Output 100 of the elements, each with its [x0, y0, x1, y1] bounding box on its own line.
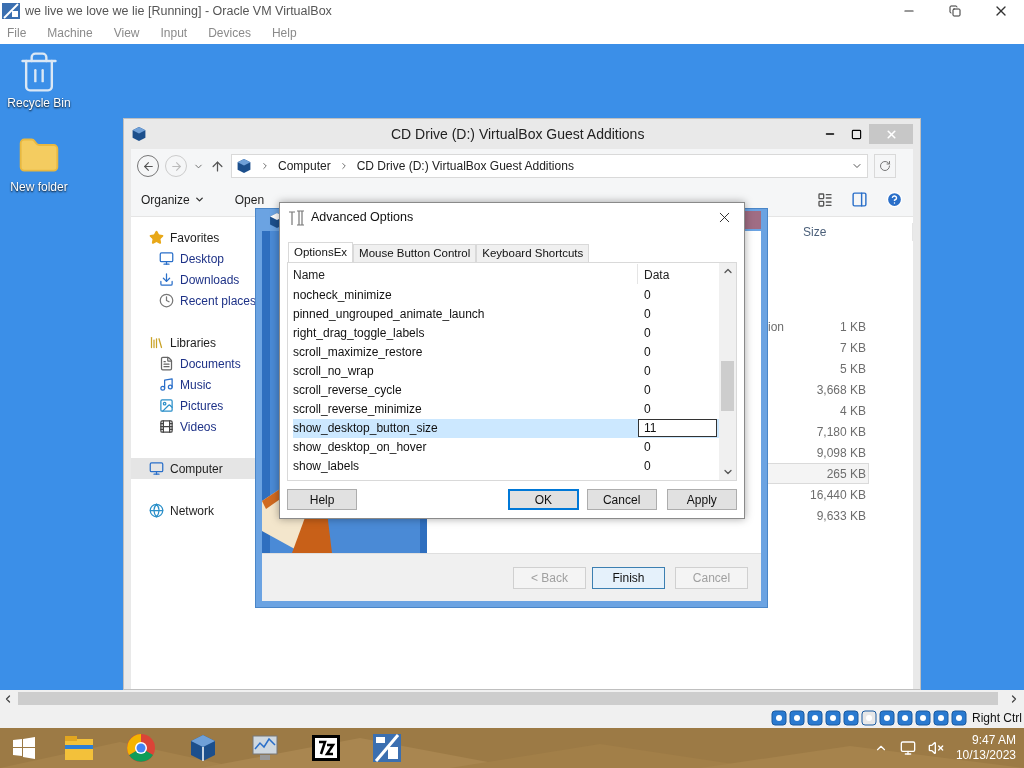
clock[interactable]: 9:47 AM 10/13/2023: [955, 733, 1016, 763]
tab[interactable]: Mouse Button Control: [353, 243, 477, 262]
nav-item[interactable]: Desktop: [131, 248, 257, 269]
cube-icon[interactable]: [188, 733, 218, 763]
nav-item[interactable]: Favorites: [131, 227, 257, 248]
archive-icon[interactable]: [312, 735, 340, 761]
wizard-button[interactable]: Finish: [592, 566, 665, 589]
help-icon[interactable]: [886, 191, 903, 208]
scrollbar[interactable]: [719, 262, 736, 481]
option-row[interactable]: show_desktop_on_hover 0: [293, 437, 719, 457]
device-status-icon[interactable]: [879, 709, 895, 726]
option-name: nocheck_minimize: [293, 287, 393, 305]
device-status-icon[interactable]: [951, 709, 967, 726]
globe-icon: [149, 503, 164, 518]
picture-icon: [159, 398, 174, 413]
option-row[interactable]: scroll_maximize_restore 0: [293, 342, 719, 362]
tab[interactable]: OptionsEx: [288, 241, 354, 262]
device-status-icon[interactable]: [915, 709, 931, 726]
tools-icon: [287, 208, 305, 227]
nav-item[interactable]: Network: [131, 500, 257, 521]
toolbar-button[interactable]: Open: [234, 190, 265, 209]
nav-item[interactable]: Recent places: [131, 290, 257, 311]
option-name: show_desktop_on_hover: [293, 439, 428, 457]
view-options-icon[interactable]: [817, 191, 833, 208]
dialog-button[interactable]: Help: [287, 489, 358, 511]
dialog-button[interactable]: Apply: [666, 489, 737, 511]
nav-item[interactable]: Documents: [131, 353, 257, 374]
column-header[interactable]: Data: [638, 263, 670, 284]
option-row[interactable]: pinned_ungrouped_animate_launch 0: [293, 304, 719, 324]
window-title: we live we love we lie [Running] - Oracle VM VirtualBox: [25, 2, 332, 20]
horizontal-scrollbar[interactable]: [0, 690, 1024, 707]
performance-monitor-icon[interactable]: [250, 733, 280, 763]
dialog-button[interactable]: OK: [508, 489, 579, 511]
option-row[interactable]: scroll_reverse_minimize 0: [293, 399, 719, 419]
menu-item[interactable]: Help: [271, 24, 297, 42]
address-bar[interactable]: Computer CD Drive (D:) VirtualBox Guest Additions: [231, 154, 868, 178]
option-row[interactable]: nocheck_minimize 0: [293, 285, 719, 305]
option-name: scroll_reverse_minimize: [293, 401, 423, 419]
option-row[interactable]: right_drag_toggle_labels 0: [293, 323, 719, 343]
device-status-icon[interactable]: [933, 709, 949, 726]
cube-icon: [131, 126, 147, 142]
nav-item[interactable]: Downloads: [131, 269, 257, 290]
preview-pane-icon[interactable]: [851, 191, 868, 208]
value-cell-text: 0: [643, 325, 651, 343]
device-status-icon[interactable]: [897, 709, 913, 726]
value-cell-text: 0: [643, 287, 651, 305]
star-icon: [149, 230, 164, 245]
value-input-field[interactable]: 11: [638, 419, 717, 438]
browser-icon[interactable]: [126, 733, 156, 763]
separator-icon: [260, 161, 270, 171]
value-cell-text: 0: [643, 439, 651, 457]
value-cell-text: 0: [643, 382, 651, 400]
library-icon: [149, 335, 164, 350]
device-status-icon[interactable]: [825, 709, 841, 726]
refresh-icon: [879, 160, 891, 172]
computer-icon: [149, 461, 164, 476]
value-cell-text: 0: [643, 458, 651, 476]
window-title: CD Drive (D:) VirtualBox Guest Additions: [391, 124, 645, 144]
cube-icon: [236, 158, 252, 174]
nav-item[interactable]: Libraries: [131, 332, 257, 353]
option-row[interactable]: show_desktop_button_size 11: [293, 418, 719, 438]
option-name: show_desktop_button_size: [293, 420, 439, 438]
nav-item[interactable]: Pictures: [131, 395, 257, 416]
nav-item[interactable]: Videos: [131, 416, 257, 437]
toolbar-button[interactable]: Organize: [141, 190, 205, 209]
device-status-icon[interactable]: [807, 709, 823, 726]
back-arrow-icon: [141, 159, 155, 173]
column-header[interactable]: Size: [803, 223, 913, 241]
option-name: scroll_reverse_cycle: [293, 382, 403, 400]
size-cell-text: 9,633 KB: [816, 507, 866, 525]
device-status-icon[interactable]: [789, 709, 805, 726]
option-row[interactable]: show_labels 0: [293, 456, 719, 476]
device-status-icon[interactable]: [771, 709, 787, 726]
menu-item[interactable]: Input: [160, 24, 188, 42]
menu-item[interactable]: Machine: [47, 24, 93, 42]
value-cell-text: 0: [643, 344, 651, 362]
breadcrumb-item[interactable]: CD Drive (D:) VirtualBox Guest Additions: [356, 157, 574, 175]
nav-item[interactable]: Music: [131, 374, 257, 395]
menu-item[interactable]: Devices: [208, 24, 251, 42]
refresh-button[interactable]: [874, 154, 896, 178]
nav-item[interactable]: Computer: [131, 458, 257, 479]
menu-item[interactable]: File: [7, 24, 27, 42]
scroll-thumb[interactable]: [18, 692, 998, 705]
option-row[interactable]: scroll_no_wrap 0: [293, 361, 719, 381]
document-icon: [159, 356, 174, 371]
breadcrumb-item[interactable]: Computer: [278, 157, 331, 175]
menu-item[interactable]: View: [113, 24, 140, 42]
column-header[interactable]: Name: [293, 263, 638, 284]
option-row[interactable]: scroll_reverse_cycle 0: [293, 380, 719, 400]
volume-muted-icon[interactable]: [927, 740, 944, 756]
scroll-thumb[interactable]: [721, 360, 734, 411]
dialog-button[interactable]: Cancel: [586, 489, 657, 511]
start-icon[interactable]: [13, 737, 35, 759]
network-icon[interactable]: [899, 740, 916, 756]
up-icon[interactable]: [210, 158, 225, 174]
device-status-icon[interactable]: [861, 709, 877, 726]
option-name: right_drag_toggle_labels: [293, 325, 426, 343]
device-status-icon[interactable]: [843, 709, 859, 726]
tab[interactable]: Keyboard Shortcuts: [476, 243, 590, 262]
film-icon: [159, 419, 174, 434]
